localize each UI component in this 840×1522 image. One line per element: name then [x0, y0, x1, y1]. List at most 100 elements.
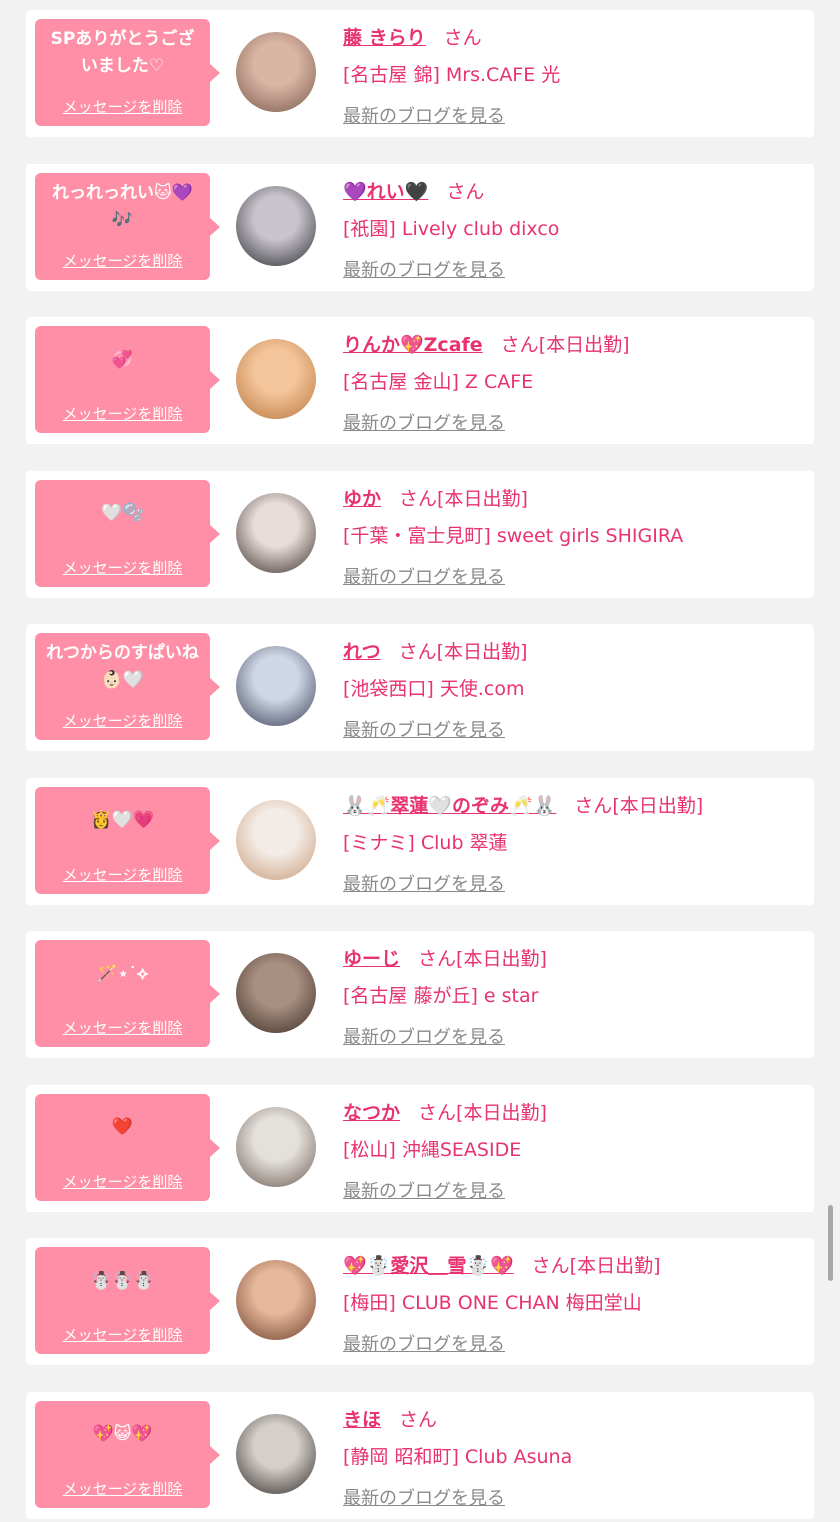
honorific: さん [574, 794, 613, 817]
message-bubble: 🤍🫧 メッセージを削除 [35, 479, 220, 587]
message-card: ❤️ メッセージを削除 なつか さん [本日出勤] [松山] 沖縄SEASIDE… [26, 1084, 814, 1212]
avatar[interactable] [236, 339, 316, 419]
message-text: れつからのすぱいね👶🏻🤍 [46, 643, 199, 690]
cast-name-row: 💜れい🖤 さん [343, 174, 804, 204]
latest-blog-link[interactable]: 最新のブログを見る [343, 1023, 505, 1049]
message-card: 💖😺💖 メッセージを削除 きほ さん [静岡 昭和町] Club Asuna 最… [26, 1391, 814, 1519]
latest-blog-link[interactable]: 最新のブログを見る [343, 1484, 505, 1510]
latest-blog-link[interactable]: 最新のブログを見る [343, 409, 505, 435]
cast-info: ゆーじ さん [本日出勤] [名古屋 藤が丘] e star 最新のブログを見る [343, 941, 804, 1049]
latest-blog-link[interactable]: 最新のブログを見る [343, 563, 505, 589]
honorific: さん [418, 1101, 457, 1124]
latest-blog-link[interactable]: 最新のブログを見る [343, 870, 505, 896]
latest-blog-link[interactable]: 最新のブログを見る [343, 1177, 505, 1203]
avatar[interactable] [236, 1260, 316, 1340]
cast-name-link[interactable]: れつ [343, 637, 381, 664]
message-card: 🪄⋆˙⟡ メッセージを削除 ゆーじ さん [本日出勤] [名古屋 藤が丘] e … [26, 931, 814, 1058]
message-card: SPありがとうございました♡ メッセージを削除 藤 きらり さん [名古屋 錦]… [26, 10, 814, 137]
cast-name-link[interactable]: ゆーじ [343, 944, 400, 971]
honorific: さん [418, 948, 457, 970]
delete-message-link[interactable]: メッセージを削除 [35, 864, 210, 885]
shop-info: [池袋西口] 天使.com [343, 678, 525, 700]
delete-message-link[interactable]: メッセージを削除 [35, 96, 210, 117]
message-text: 💞 [111, 349, 134, 370]
message-card: 👸🤍💗 メッセージを削除 🐰🥂翠蓮🤍のぞみ🥂🐰 さん [本日出勤] [ミナミ] … [26, 777, 814, 905]
shop-info: [名古屋 錦] Mrs.CAFE 光 [343, 64, 561, 86]
message-text: SPありがとうございました♡ [50, 29, 195, 76]
avatar[interactable] [236, 32, 316, 112]
message-card: 💞 メッセージを削除 りんか💖Zcafe さん [本日出勤] [名古屋 金山] … [26, 317, 814, 444]
avatar[interactable] [236, 1413, 316, 1494]
status-label: [本日出勤] [538, 334, 630, 356]
shop-info: [名古屋 金山] Z CAFE [343, 371, 534, 393]
avatar-image [236, 339, 316, 419]
avatar[interactable] [236, 799, 316, 880]
cast-name-link[interactable]: 🐰🥂翠蓮🤍のぞみ🥂🐰 [343, 791, 556, 818]
message-bubble: 💖😺💖 メッセージを削除 [35, 1400, 220, 1508]
avatar[interactable] [236, 646, 316, 726]
scrollbar[interactable] [828, 1205, 833, 1281]
message-text: ❤️ [111, 1117, 134, 1137]
shop-info: [千葉・富士見町] sweet girls SHIGIRA [343, 524, 684, 547]
shop-info: [祇園] Lively club dixco [343, 217, 560, 240]
message-text: れっれっれい🐱💜🎶 [52, 182, 193, 230]
delete-message-link[interactable]: メッセージを削除 [35, 710, 210, 731]
avatar[interactable] [236, 185, 316, 266]
status-label: [本日出勤] [436, 641, 528, 663]
delete-message-link[interactable]: メッセージを削除 [35, 1017, 210, 1038]
cast-name-link[interactable]: りんか💖Zcafe [343, 330, 483, 357]
status-label: [本日出勤] [569, 1255, 661, 1277]
cast-info: なつか さん [本日出勤] [松山] 沖縄SEASIDE 最新のブログを見る [343, 1095, 804, 1203]
cast-info: れつ さん [本日出勤] [池袋西口] 天使.com 最新のブログを見る [343, 634, 804, 742]
latest-blog-link[interactable]: 最新のブログを見る [343, 716, 505, 742]
honorific: さん [446, 180, 485, 203]
latest-blog-link[interactable]: 最新のブログを見る [343, 256, 505, 282]
avatar-image [236, 492, 316, 573]
delete-message-link[interactable]: メッセージを削除 [35, 1478, 210, 1499]
avatar-image [236, 32, 316, 112]
cast-info: ゆか さん [本日出勤] [千葉・富士見町] sweet girls SHIGI… [343, 481, 804, 589]
cast-name-link[interactable]: きほ [343, 1405, 381, 1432]
message-bubble: ❤️ メッセージを削除 [35, 1093, 220, 1201]
status-label: [本日出勤] [612, 794, 704, 817]
cast-name-row: ゆか さん [本日出勤] [343, 481, 804, 511]
delete-message-link[interactable]: メッセージを削除 [35, 1171, 210, 1192]
message-bubble: 🪄⋆˙⟡ メッセージを削除 [35, 940, 220, 1047]
cast-name-row: 藤 きらり さん [343, 20, 804, 50]
message-text: 🤍🫧 [101, 503, 144, 523]
cast-name-link[interactable]: なつか [343, 1098, 400, 1125]
cast-name-link[interactable]: 💖☃️愛沢＿雪☃️💖 [343, 1251, 514, 1278]
cast-name-link[interactable]: 藤 きらり [343, 23, 426, 50]
message-bubble: 👸🤍💗 メッセージを削除 [35, 786, 220, 894]
avatar-image [236, 953, 316, 1033]
cast-name-row: きほ さん [343, 1402, 804, 1432]
latest-blog-link[interactable]: 最新のブログを見る [343, 1330, 505, 1356]
honorific: さん [399, 1408, 438, 1431]
delete-message-link[interactable]: メッセージを削除 [35, 250, 210, 271]
message-text: 💖😺💖 [92, 1424, 153, 1444]
cast-name-link[interactable]: ゆか [343, 484, 381, 511]
cast-name-row: なつか さん [本日出勤] [343, 1095, 804, 1125]
shop-info: [ミナミ] Club 翠蓮 [343, 831, 508, 854]
cast-name-link[interactable]: 💜れい🖤 [343, 177, 428, 204]
avatar[interactable] [236, 492, 316, 573]
status-label: [本日出勤] [456, 1101, 547, 1124]
message-card: れっれっれい🐱💜🎶 メッセージを削除 💜れい🖤 さん [祇園] Lively c… [26, 163, 814, 291]
delete-message-link[interactable]: メッセージを削除 [35, 1324, 210, 1345]
avatar-image [236, 646, 316, 726]
shop-info: [梅田] CLUB ONE CHAN 梅田堂山 [343, 1292, 642, 1314]
avatar-image [236, 1260, 316, 1340]
message-bubble: れつからのすぱいね👶🏻🤍 メッセージを削除 [35, 633, 220, 740]
avatar[interactable] [236, 953, 316, 1033]
honorific: さん [531, 1255, 570, 1277]
delete-message-link[interactable]: メッセージを削除 [35, 557, 210, 578]
message-text: 🪄⋆˙⟡ [96, 963, 149, 984]
message-card: ☃️☃️☃️ メッセージを削除 💖☃️愛沢＿雪☃️💖 さん [本日出勤] [梅田… [26, 1238, 814, 1365]
message-bubble: れっれっれい🐱💜🎶 メッセージを削除 [35, 172, 220, 280]
honorific: さん [399, 487, 438, 510]
avatar-image [236, 799, 316, 880]
status-label: [本日出勤] [437, 487, 528, 510]
avatar[interactable] [236, 1106, 316, 1187]
delete-message-link[interactable]: メッセージを削除 [35, 403, 210, 424]
latest-blog-link[interactable]: 最新のブログを見る [343, 102, 505, 128]
